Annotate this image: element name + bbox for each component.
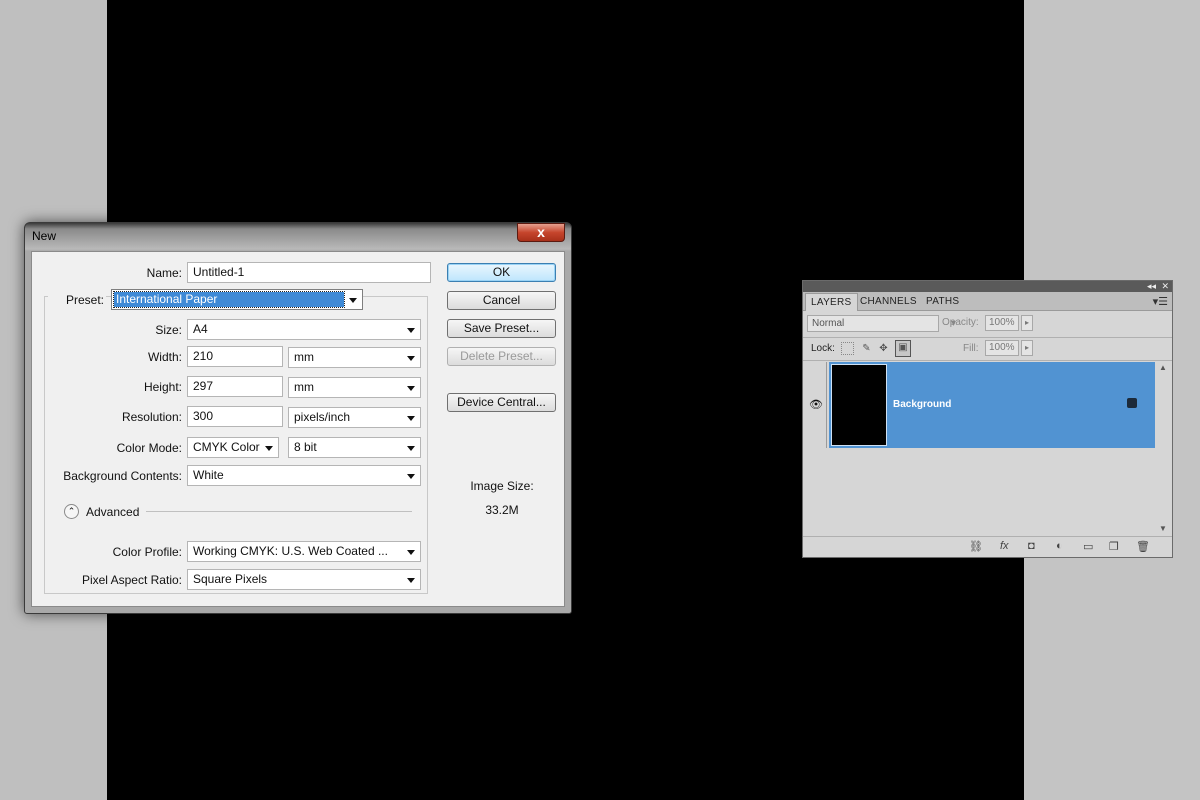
save-preset-button[interactable]: Save Preset... <box>447 319 556 338</box>
fx-icon[interactable]: fx <box>1000 540 1009 552</box>
chevron-down-icon <box>407 474 415 479</box>
size-label: Size: <box>155 323 182 337</box>
dialog-title: New <box>32 229 57 243</box>
scroll-down-icon[interactable]: ▼ <box>1159 524 1167 533</box>
chevron-down-icon <box>407 356 415 361</box>
link-layers-icon[interactable]: ⛓ <box>969 540 983 553</box>
preset-selected-value: International Paper <box>113 291 345 308</box>
preset-dropdown[interactable]: International Paper <box>111 289 363 310</box>
blend-mode-dropdown[interactable]: Normal ▾ <box>807 315 956 332</box>
delete-preset-button[interactable]: Delete Preset... <box>447 347 556 366</box>
blend-mode-value: Normal <box>812 318 845 329</box>
width-input[interactable]: 210 <box>187 346 283 367</box>
adjustment-layer-icon[interactable]: ◐ <box>1056 540 1063 552</box>
chevron-down-icon <box>407 386 415 391</box>
height-label: Height: <box>143 380 182 394</box>
color-mode-label: Color Mode: <box>116 441 182 455</box>
opacity-arrow-icon[interactable]: ▸ <box>1021 315 1033 331</box>
chevron-down-icon <box>407 328 415 333</box>
trash-icon[interactable]: 🗑 <box>1136 540 1150 553</box>
panel-tabs: LAYERS CHANNELS PATHS ▾☰ <box>803 292 1172 311</box>
resolution-unit-dropdown[interactable]: pixels/inch <box>288 407 421 428</box>
collapse-icon[interactable]: ◂◂ <box>1147 281 1156 292</box>
resolution-label: Resolution: <box>121 410 182 424</box>
layer-row-background[interactable]: Background <box>829 362 1155 448</box>
color-profile-label: Color Profile: <box>112 545 182 559</box>
image-size-label: Image Size: <box>470 479 534 493</box>
height-unit-dropdown[interactable]: mm <box>288 377 421 398</box>
lock-position-icon[interactable]: ✥ <box>877 342 890 355</box>
tab-channels[interactable]: CHANNELS <box>855 293 922 311</box>
name-label: Name: <box>146 266 182 280</box>
width-unit-value: mm <box>294 350 314 364</box>
chevron-up-icon[interactable]: ⌃ <box>64 504 79 519</box>
height-input[interactable]: 297 <box>187 376 283 397</box>
background-contents-dropdown[interactable]: White <box>187 465 421 486</box>
opacity-input[interactable]: 100% <box>985 315 1019 331</box>
layer-name: Background <box>893 399 952 410</box>
size-dropdown[interactable]: A4 <box>187 319 421 340</box>
chevron-down-icon <box>407 446 415 451</box>
layers-bottom-toolbar: ⛓ fx ◘ ◐ ▭ ❐ 🗑 <box>803 536 1172 557</box>
chevron-down-icon <box>407 416 415 421</box>
close-icon[interactable]: ✕ <box>1161 281 1169 292</box>
bit-depth-value: 8 bit <box>294 440 317 454</box>
close-button[interactable]: x <box>517 223 565 242</box>
resolution-unit-value: pixels/inch <box>294 410 351 424</box>
lock-transparency-icon[interactable] <box>841 342 854 355</box>
color-profile-dropdown[interactable]: Working CMYK: U.S. Web Coated ... <box>187 541 421 562</box>
size-value: A4 <box>193 322 208 336</box>
add-mask-icon[interactable]: ◘ <box>1028 540 1035 552</box>
panel-menu-icon[interactable]: ▾☰ <box>1153 295 1168 308</box>
new-layer-icon[interactable]: ❐ <box>1109 540 1119 553</box>
new-group-icon[interactable]: ▭ <box>1083 540 1093 553</box>
tab-paths[interactable]: PATHS <box>921 293 964 311</box>
background-contents-value: White <box>193 468 224 482</box>
chevron-down-icon <box>349 298 357 303</box>
lock-paint-icon[interactable]: ✎ <box>860 342 873 355</box>
cancel-button[interactable]: Cancel <box>447 291 556 310</box>
layer-thumbnail <box>831 364 887 446</box>
pixel-aspect-label: Pixel Aspect Ratio: <box>81 573 182 587</box>
layers-scrollbar[interactable]: ▲ ▼ <box>1158 363 1170 533</box>
tab-layers[interactable]: LAYERS <box>805 293 858 311</box>
fill-input[interactable]: 100% <box>985 340 1019 356</box>
height-unit-value: mm <box>294 380 314 394</box>
visibility-cell[interactable]: 👁 <box>803 362 827 448</box>
panel-titlebar: ◂◂ ✕ <box>803 281 1172 292</box>
lock-icon <box>1127 398 1137 408</box>
color-mode-dropdown[interactable]: CMYK Color <box>187 437 279 458</box>
dialog-body: Name: Untitled-1 Preset: International P… <box>31 251 565 607</box>
width-label: Width: <box>147 350 182 364</box>
ok-button[interactable]: OK <box>447 263 556 282</box>
layers-panel: ◂◂ ✕ LAYERS CHANNELS PATHS ▾☰ Normal ▾ O… <box>802 280 1173 558</box>
device-central-button[interactable]: Device Central... <box>447 393 556 412</box>
pixel-aspect-dropdown[interactable]: Square Pixels <box>187 569 421 590</box>
color-mode-value: CMYK Color <box>193 440 260 454</box>
chevron-down-icon <box>407 578 415 583</box>
width-unit-dropdown[interactable]: mm <box>288 347 421 368</box>
lock-label: Lock: <box>811 343 835 354</box>
lock-all-icon[interactable]: ▣ <box>895 340 911 357</box>
scroll-up-icon[interactable]: ▲ <box>1159 363 1167 372</box>
fill-arrow-icon[interactable]: ▸ <box>1021 340 1033 356</box>
new-document-dialog: New x Name: Untitled-1 Preset: Internati… <box>24 222 572 614</box>
advanced-divider <box>146 511 412 512</box>
name-input[interactable]: Untitled-1 <box>187 262 431 283</box>
advanced-label: Advanced <box>86 505 140 519</box>
background-contents-label: Background Contents: <box>63 469 182 483</box>
chevron-down-icon <box>265 446 273 451</box>
preset-label: Preset: <box>48 293 106 307</box>
color-profile-value: Working CMYK: U.S. Web Coated ... <box>193 544 388 558</box>
fill-label: Fill: <box>963 343 979 354</box>
resolution-input[interactable]: 300 <box>187 406 283 427</box>
eye-icon[interactable]: 👁 <box>809 398 823 411</box>
image-size-value: 33.2M <box>485 503 519 517</box>
opacity-label: Opacity: <box>942 317 979 328</box>
bit-depth-dropdown[interactable]: 8 bit <box>288 437 421 458</box>
pixel-aspect-value: Square Pixels <box>193 572 268 586</box>
chevron-down-icon <box>407 550 415 555</box>
lock-bar: Lock: ✎ ✥ ▣ Fill: 100% ▸ <box>803 337 1172 361</box>
